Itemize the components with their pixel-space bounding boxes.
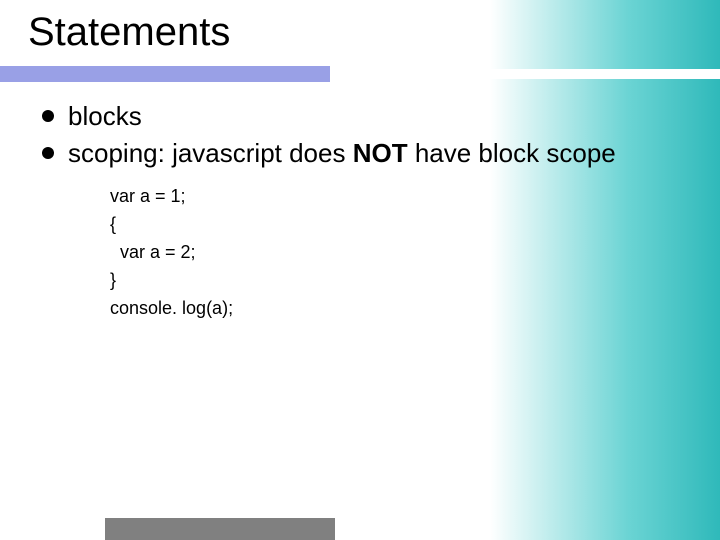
code-block: var a = 1; { var a = 2; } console. log(a… [110,183,680,322]
bullet-text-not: NOT [353,138,408,168]
slide-title: Statements [28,10,230,55]
code-line-4: } [110,267,680,295]
bottom-bar-decoration [105,518,335,540]
content-area: blocks scoping: javascript does NOT have… [40,100,680,322]
bullet-item-scoping: scoping: javascript does NOT have block … [40,137,680,170]
code-line-2: { [110,211,680,239]
slide: Statements blocks scoping: javascript do… [0,0,720,540]
bullet-list: blocks scoping: javascript does NOT have… [40,100,680,169]
code-line-3: var a = 2; [110,239,680,267]
bullet-text: blocks [68,101,142,131]
bullet-text-pre: scoping: javascript does [68,138,353,168]
divider-accent [0,66,330,82]
bullet-text-post: have block scope [408,138,616,168]
code-line-1: var a = 1; [110,183,680,211]
bullet-item-blocks: blocks [40,100,680,133]
title-divider [0,66,720,82]
code-line-5: console. log(a); [110,295,680,323]
